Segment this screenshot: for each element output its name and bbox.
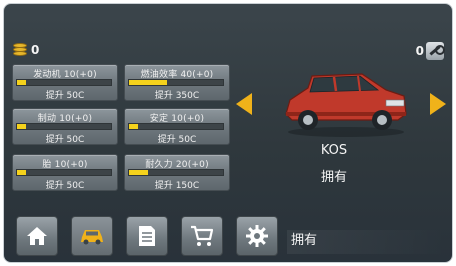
level-fill — [129, 124, 139, 129]
home-icon — [27, 227, 47, 245]
home-button[interactable] — [16, 216, 58, 256]
next-car-arrow-icon[interactable] — [430, 93, 446, 115]
upgrade-button[interactable]: 提升 50C — [125, 132, 229, 145]
records-button[interactable] — [126, 216, 168, 256]
upgrade-stability[interactable]: 安定 10(+0) 提升 50C — [124, 108, 230, 145]
bottom-status-bar: 拥有 — [287, 230, 447, 254]
level-fill — [17, 124, 27, 129]
cart-icon — [191, 225, 214, 246]
coin-icon — [12, 42, 28, 58]
level-fill — [17, 170, 27, 175]
garage-button[interactable] — [71, 216, 113, 256]
upgrade-brake[interactable]: 制动 10(+0) 提升 50C — [12, 108, 118, 145]
settings-button[interactable] — [236, 216, 278, 256]
prev-car-arrow-icon[interactable] — [236, 93, 252, 115]
coin-count: 0 — [31, 43, 40, 57]
car-icon — [81, 230, 103, 245]
upgrade-level-bar — [128, 169, 224, 176]
upgrade-button[interactable]: 提升 350C — [125, 88, 229, 101]
level-fill — [17, 80, 27, 85]
upgrade-button[interactable]: 提升 50C — [13, 132, 117, 145]
car-image — [285, 73, 407, 137]
wrench-icon — [426, 42, 445, 60]
car-ownership-status: 拥有 — [320, 170, 347, 185]
upgrade-engine[interactable]: 发动机 10(+0) 提升 50C — [12, 64, 118, 101]
upgrade-tire[interactable]: 胎 10(+0) 提升 50C — [12, 154, 118, 191]
level-fill — [129, 80, 167, 85]
car-name: KOS — [320, 143, 348, 158]
upgrade-level-bar — [16, 123, 112, 130]
upgrade-level-bar — [16, 169, 112, 176]
parts-count: 0 — [415, 44, 424, 58]
upgrade-level-bar — [128, 79, 224, 86]
coin-counter: 0 — [12, 42, 39, 58]
settings-icon — [246, 225, 268, 247]
upgrade-level-bar — [128, 123, 224, 130]
game-screen: 0 0 发动机 10(+0) 提升 50C 燃油效率 40(+0) 提升 350… — [3, 3, 453, 263]
upgrade-level-bar — [16, 79, 112, 86]
upgrade-durability[interactable]: 耐久力 20(+0) 提升 150C — [124, 154, 230, 191]
list-icon — [139, 226, 155, 246]
upgrade-button[interactable]: 提升 50C — [13, 178, 117, 191]
shop-button[interactable] — [181, 216, 223, 256]
bottom-status-text: 拥有 — [291, 233, 318, 248]
upgrade-button[interactable]: 提升 50C — [13, 88, 117, 101]
level-fill — [129, 170, 148, 175]
upgrade-button[interactable]: 提升 150C — [125, 178, 229, 191]
parts-counter: 0 — [415, 42, 445, 60]
upgrade-fuel[interactable]: 燃油效率 40(+0) 提升 350C — [124, 64, 230, 101]
